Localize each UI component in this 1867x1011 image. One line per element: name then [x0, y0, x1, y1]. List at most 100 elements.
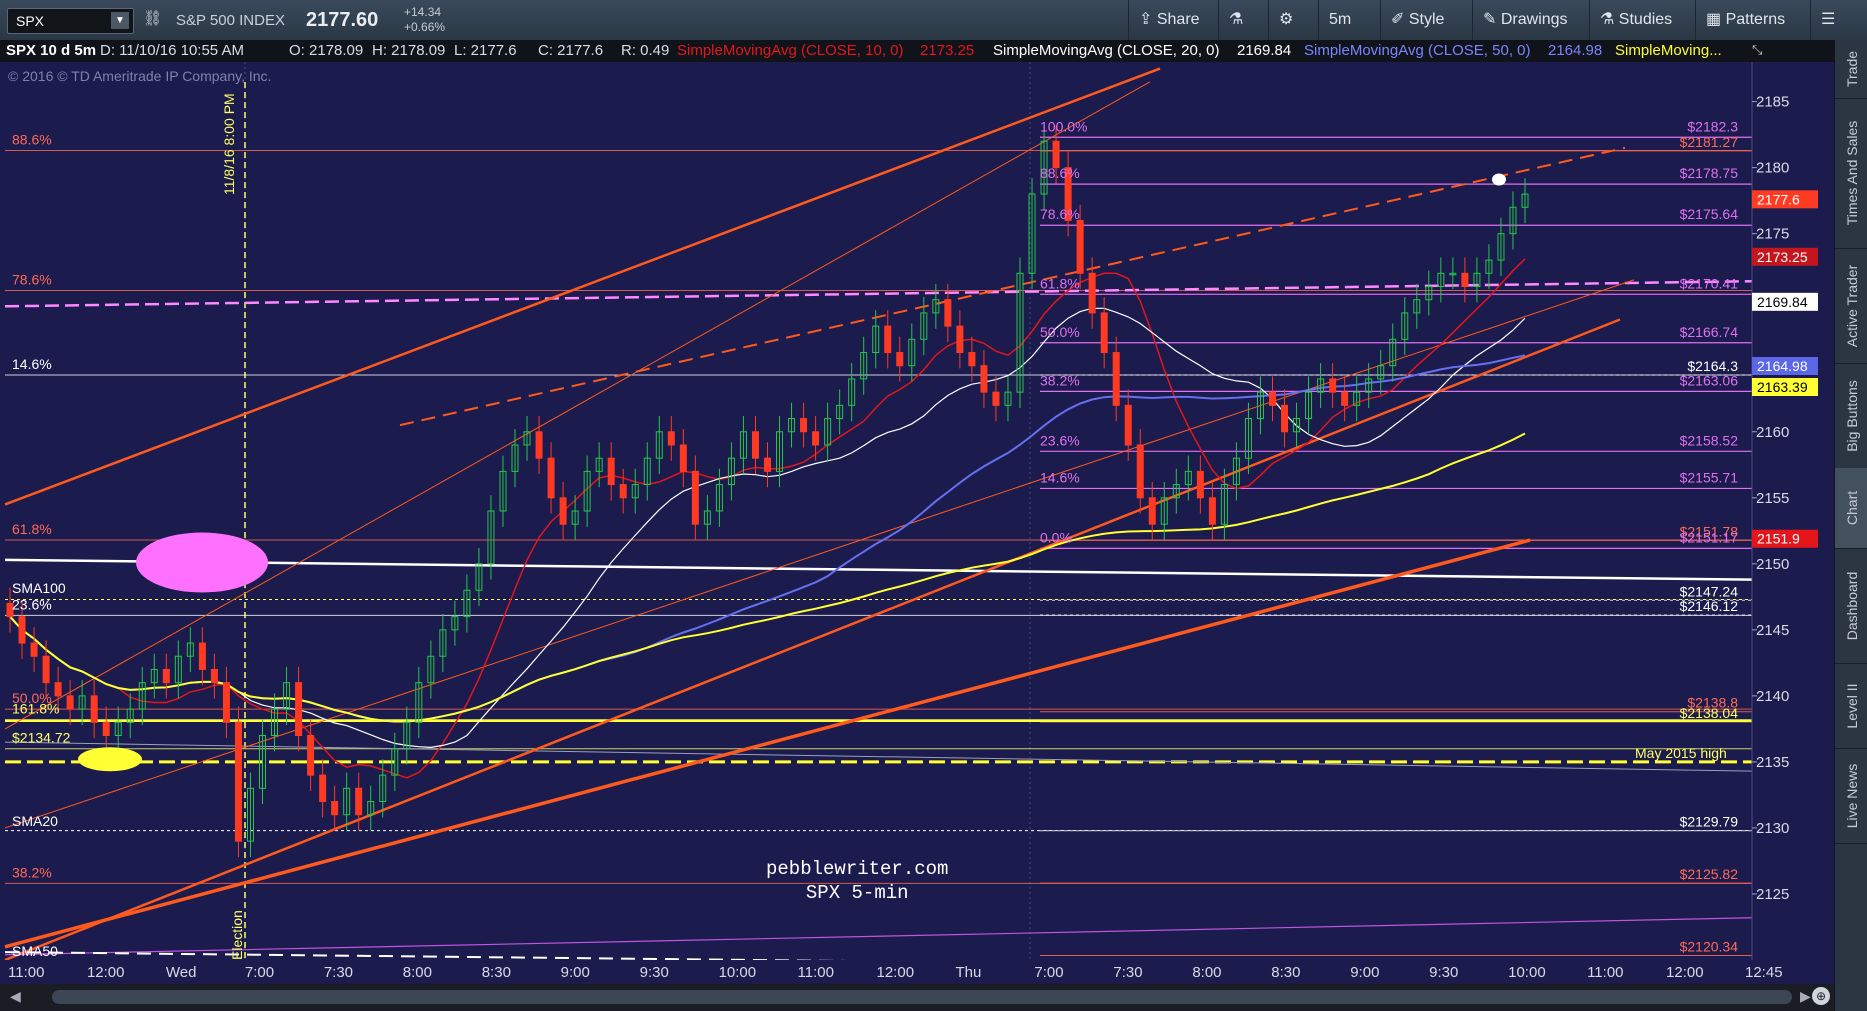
- sidebar-tab-label: Active Trader: [1843, 264, 1860, 347]
- y-tick-label: 2160: [1756, 424, 1789, 441]
- change-value: +14.34: [404, 5, 442, 19]
- fib-value: $2175.64: [1680, 206, 1739, 222]
- candle-body: [54, 682, 62, 697]
- candle-body: [66, 695, 74, 710]
- pencil-icon: ✎: [1483, 11, 1497, 28]
- sidebar-tab-big-buttons[interactable]: Big Buttons: [1835, 363, 1867, 469]
- x-tick-label: 9:00: [1350, 964, 1379, 981]
- sma-20-line: [9, 307, 1526, 749]
- fib-label: 23.6%: [1040, 432, 1080, 448]
- candle-body: [331, 801, 339, 816]
- style-icon: ✐: [1391, 11, 1405, 28]
- sma10-value: 2173.25: [920, 42, 975, 59]
- x-tick-label: 9:30: [1429, 964, 1458, 981]
- sidebar-tab-level-ii[interactable]: Level II: [1835, 663, 1867, 749]
- candles: [6, 125, 1529, 857]
- symbol-input[interactable]: SPX ▼: [7, 8, 134, 34]
- candle-body: [896, 352, 904, 367]
- symbol-dropdown-icon[interactable]: ▼: [111, 12, 129, 29]
- candle-body: [619, 484, 627, 499]
- studies-button[interactable]: ⚗ Studies: [1589, 0, 1695, 40]
- flask-icon: ⚗: [1600, 11, 1615, 28]
- y-tick-label: 2155: [1756, 490, 1789, 507]
- y-tick-label: 2145: [1756, 622, 1789, 639]
- patterns-button[interactable]: ▦ Patterns: [1695, 0, 1810, 40]
- y-tick-label: 2175: [1756, 226, 1789, 243]
- fib-value: $2178.75: [1680, 165, 1739, 181]
- candle-body: [162, 668, 170, 684]
- right-level-label: $2147.24: [1680, 583, 1739, 599]
- sidebar-tab-trade[interactable]: Trade: [1835, 40, 1867, 99]
- price-badge-label: 2177.6: [1757, 191, 1800, 207]
- sidebar-tab-label: Live News: [1843, 763, 1860, 828]
- scroll-right-icon[interactable]: ▶: [1800, 988, 1811, 1005]
- patterns-icon: ▦: [1706, 11, 1722, 28]
- y-tick-label: 2150: [1756, 556, 1789, 573]
- candle-body: [1052, 140, 1060, 169]
- bar-high: H: 2178.09: [372, 42, 446, 59]
- bar-close: C: 2177.6: [538, 42, 604, 59]
- x-tick-label: 12:00: [877, 964, 915, 981]
- sidebar-tab-active-trader[interactable]: Active Trader: [1835, 248, 1867, 364]
- share-label: Share: [1156, 11, 1200, 28]
- x-tick-label: 8:30: [1271, 964, 1300, 981]
- fib-label: 38.2%: [1040, 372, 1080, 388]
- sidebar-tab-label: Dashboard: [1843, 571, 1860, 640]
- sidebar-tab-live-news[interactable]: Live News: [1835, 748, 1867, 844]
- y-tick-label: 2140: [1756, 688, 1789, 705]
- candle-body: [547, 457, 555, 499]
- flask-icon: ⚗: [1229, 11, 1244, 28]
- timeframe-label: 5m: [1329, 11, 1352, 28]
- flask-button[interactable]: ⚗: [1218, 0, 1268, 40]
- drawings-button[interactable]: ✎ Drawings: [1472, 0, 1589, 40]
- candle-body: [980, 365, 988, 393]
- candle-body: [1148, 497, 1156, 525]
- sma20-legend[interactable]: SimpleMovingAvg (CLOSE, 20, 0): [993, 42, 1220, 59]
- price-chart[interactable]: 88.6% 78.6% 14.6% 61.8% 23.6% 50.0% 161.8% $213…: [0, 62, 1834, 960]
- chart-scrollbar[interactable]: ◀ ▶ ⊕: [0, 984, 1834, 1011]
- sidebar-tab-times-and-sales[interactable]: Times And Sales: [1835, 98, 1867, 249]
- left-level-label: 88.6%: [12, 131, 52, 147]
- zoom-icon[interactable]: ⊕: [1812, 987, 1830, 1005]
- timeframe-button[interactable]: 5m: [1318, 0, 1380, 40]
- right-level-label: $2125.82: [1680, 866, 1739, 882]
- sidebar-tab-chart[interactable]: Chart: [1835, 468, 1867, 549]
- sma50-legend[interactable]: SimpleMovingAvg (CLOSE, 50, 0): [1304, 42, 1531, 59]
- sidebar-tab-label: Chart: [1843, 490, 1860, 526]
- price-axis[interactable]: 2125213021352140214521502155216021652170…: [1751, 62, 1834, 960]
- candle-body: [1341, 391, 1349, 406]
- study-legend-bar: SPX 10 d 5m D: 11/10/16 10:55 AM O: 2178…: [0, 40, 1834, 62]
- share-icon: ⇪: [1139, 11, 1153, 28]
- candle-body: [319, 774, 327, 803]
- sma-more-legend[interactable]: SimpleMoving...: [1615, 42, 1722, 59]
- scroll-thumb[interactable]: [52, 990, 1792, 1004]
- symbol-text: SPX: [16, 13, 45, 29]
- share-button[interactable]: ⇪ Share: [1128, 0, 1218, 40]
- x-tick-label: 8:00: [1192, 964, 1221, 981]
- moving-averages: [9, 258, 1526, 779]
- gear-icon: ⚙: [1279, 11, 1294, 28]
- candle-body: [210, 668, 218, 684]
- pin-icon[interactable]: ⤡: [1752, 42, 1762, 58]
- fib-label: 78.6%: [1040, 206, 1080, 222]
- time-axis[interactable]: 11:00 12:00 Wed 7:00 7:30 8:00 8:30 9:00 9:30 10:…: [0, 960, 1834, 982]
- menu-button[interactable]: ☰: [1810, 0, 1867, 40]
- x-tick-label: 9:00: [561, 964, 590, 981]
- link-icon[interactable]: ⛓: [143, 9, 162, 27]
- style-button[interactable]: ✐ Style: [1380, 0, 1472, 40]
- right-level-label: $2129.79: [1680, 814, 1739, 830]
- scroll-left-icon[interactable]: ◀: [10, 988, 21, 1005]
- x-tick-label: 11:00: [798, 964, 834, 981]
- bar-low: L: 2177.6: [454, 42, 517, 59]
- sma10-legend[interactable]: SimpleMovingAvg (CLOSE, 10, 0): [677, 42, 904, 59]
- sma50-value: 2164.98: [1548, 42, 1603, 59]
- candle-body: [30, 642, 38, 657]
- sidebar-tab-dashboard[interactable]: Dashboard: [1835, 548, 1867, 664]
- fib-label: 100.0%: [1040, 118, 1087, 134]
- candle-body: [1112, 352, 1120, 406]
- x-tick-label: 8:00: [403, 964, 432, 981]
- candle-body: [944, 299, 952, 327]
- settings-button[interactable]: ⚙: [1268, 0, 1318, 40]
- election-time-label: 11/8/16 8:00 PM: [221, 93, 237, 195]
- sidebar-tab-label: Times And Sales: [1843, 120, 1860, 226]
